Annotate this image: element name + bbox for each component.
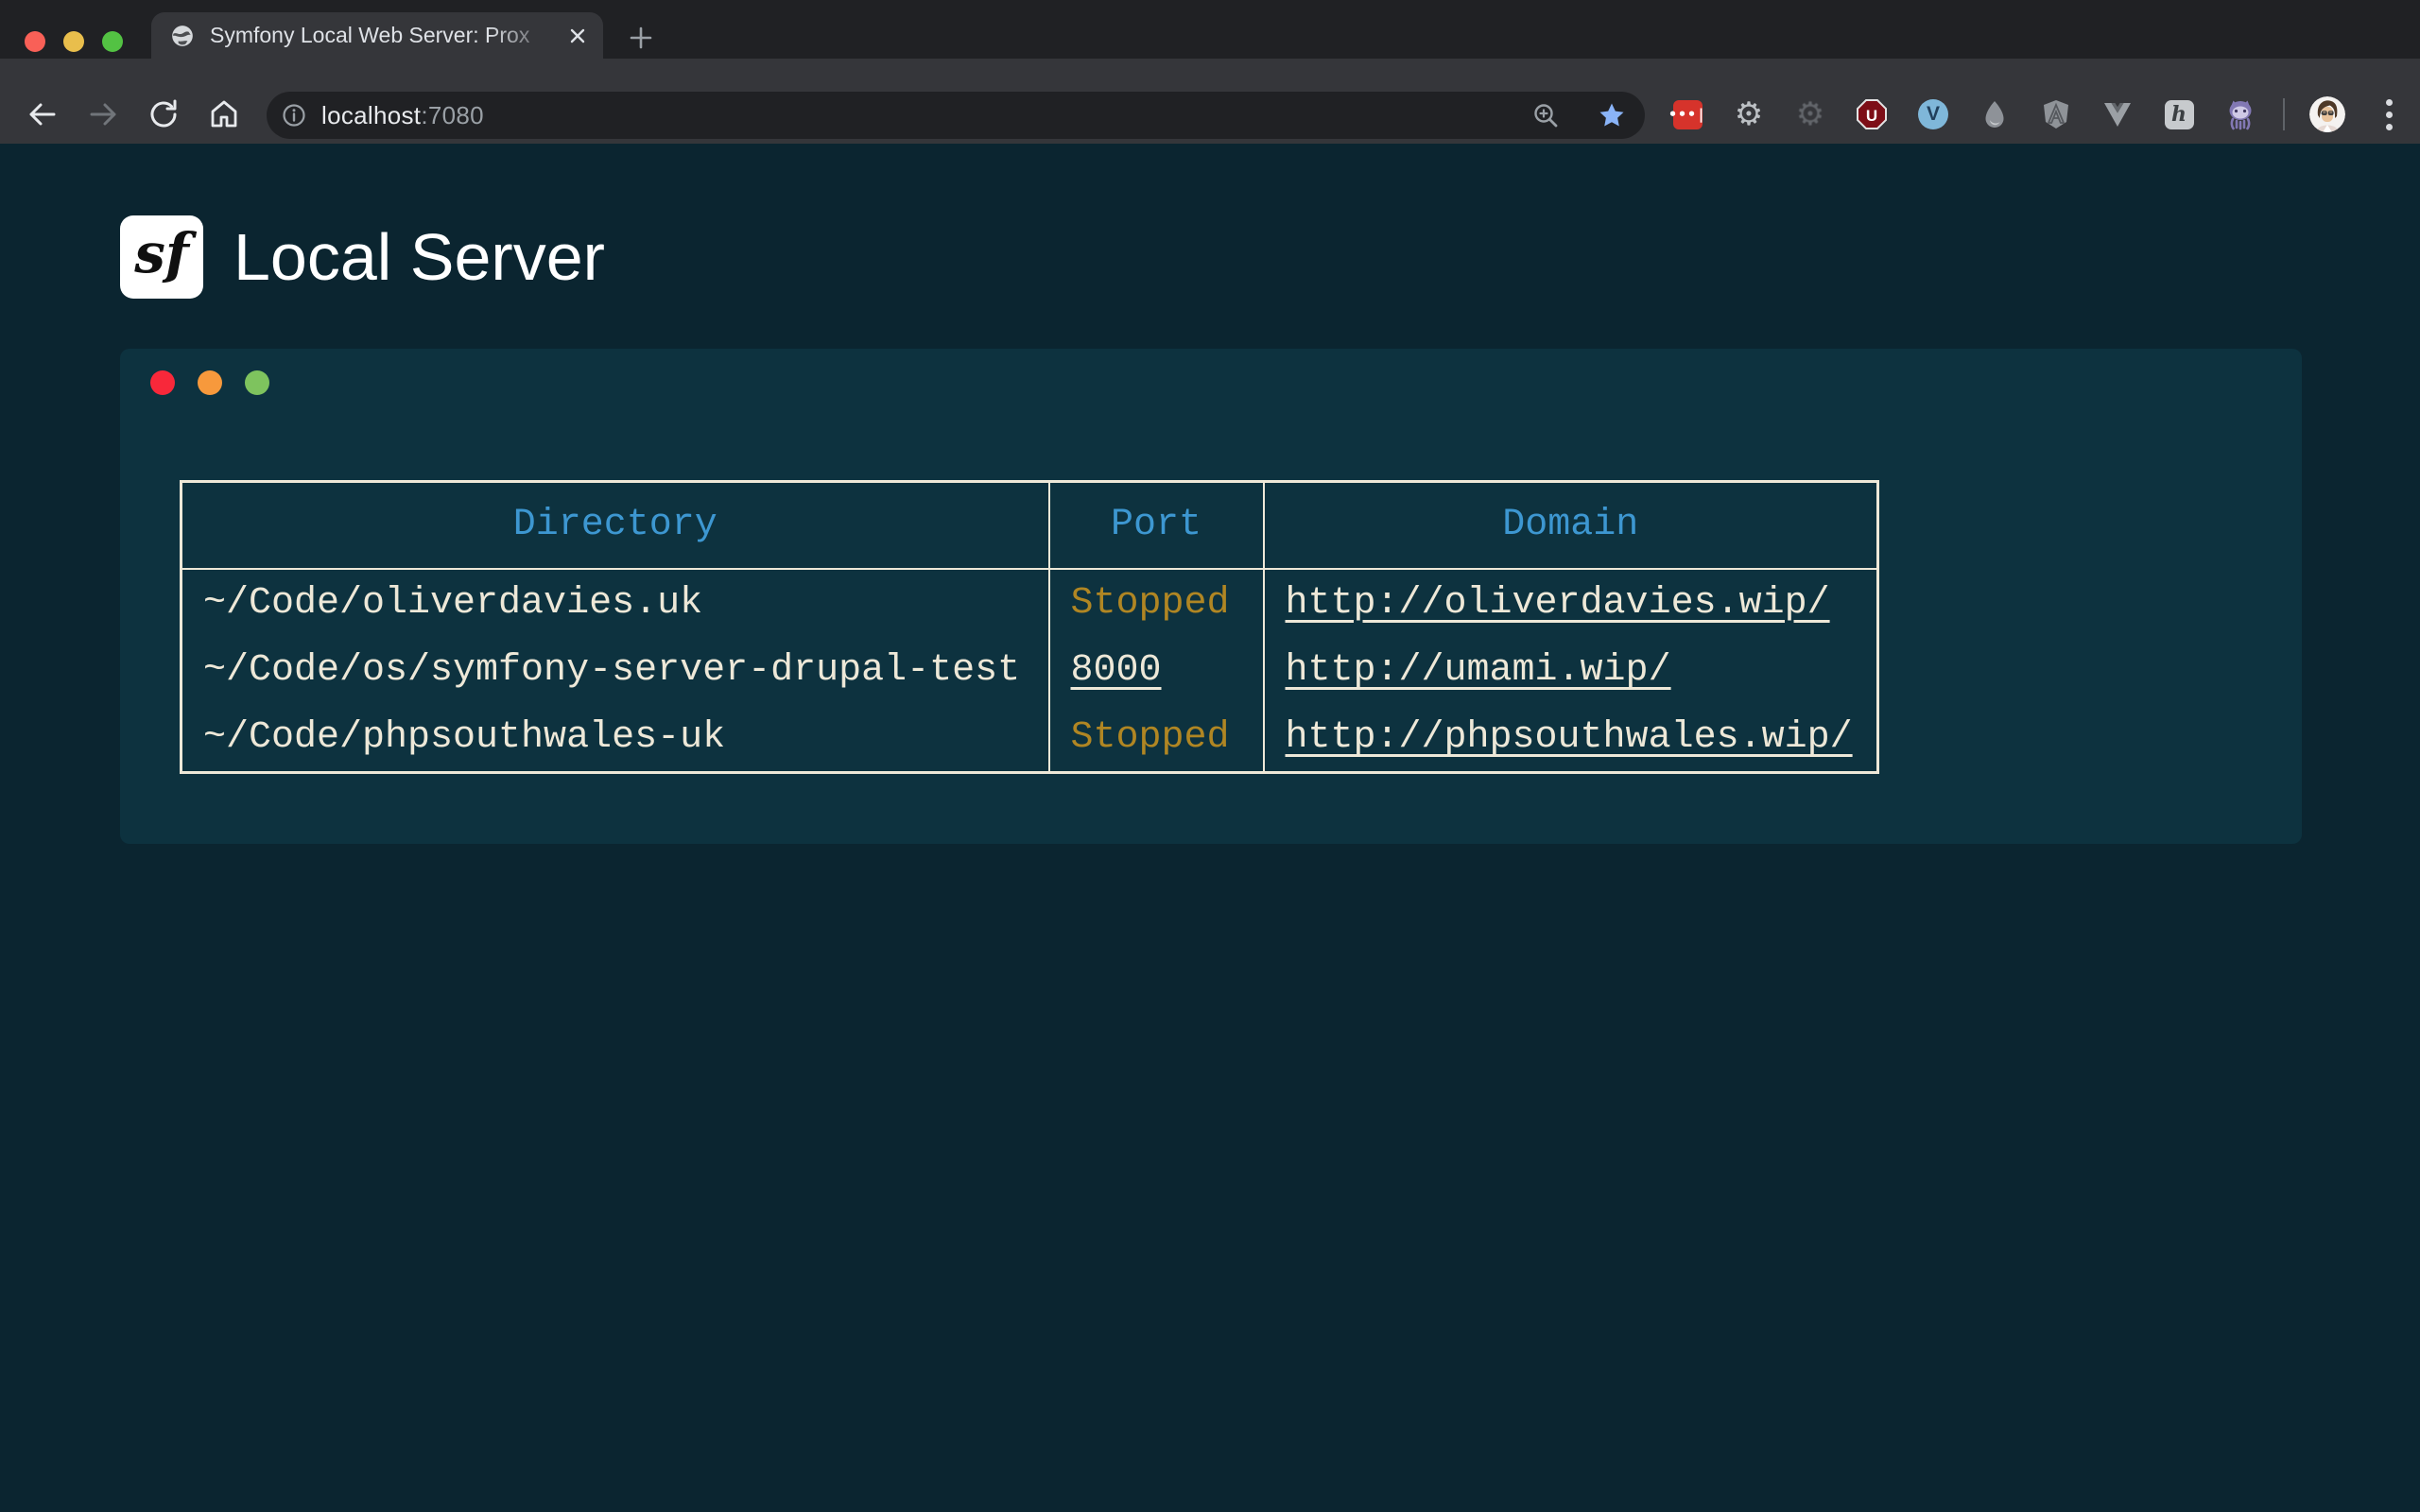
extension-drupal-icon[interactable] — [1976, 95, 2014, 133]
domain-link[interactable]: http://umami.wip/ — [1286, 649, 1671, 692]
reload-button[interactable] — [140, 91, 187, 138]
table-row: ~/Code/phpsouthwales-uk Stopped http://p… — [182, 705, 1878, 773]
profile-avatar[interactable] — [2308, 95, 2346, 133]
domain-link[interactable]: http://phpsouthwales.wip/ — [1286, 716, 1853, 759]
port-cell: 8000 — [1049, 637, 1264, 705]
tab-strip: Symfony Local Web Server: Prox — [0, 0, 2420, 59]
symfony-logo: sf — [120, 215, 203, 299]
window-close-button[interactable] — [25, 31, 45, 52]
terminal-dots — [150, 370, 269, 395]
directory-cell: ~/Code/phpsouthwales-uk — [182, 705, 1049, 773]
dot-orange-icon — [198, 370, 222, 395]
page-content: sf Local Server Directory Port Domain ~/… — [0, 144, 2420, 1512]
toolbar-separator — [2283, 98, 2285, 130]
extension-ublock-icon[interactable]: U — [1853, 95, 1891, 133]
url-host: localhost — [321, 101, 421, 129]
domain-link[interactable]: http://oliverdavies.wip/ — [1286, 582, 1830, 625]
extension-lastpass-icon[interactable]: •••| — [1668, 95, 1706, 133]
port-cell: Stopped — [1049, 705, 1264, 773]
domain-cell: http://oliverdavies.wip/ — [1264, 569, 1878, 637]
extension-vimium-icon[interactable]: V — [1914, 95, 1952, 133]
directory-cell: ~/Code/os/symfony-server-drupal-test — [182, 637, 1049, 705]
extension-github-octocat-icon[interactable] — [2221, 95, 2259, 133]
domain-cell: http://phpsouthwales.wip/ — [1264, 705, 1878, 773]
window-zoom-button[interactable] — [102, 31, 123, 52]
port-value: Stopped — [1071, 716, 1230, 759]
new-tab-button[interactable] — [622, 19, 660, 57]
back-button[interactable] — [19, 91, 66, 138]
domain-cell: http://umami.wip/ — [1264, 637, 1878, 705]
header-domain: Domain — [1264, 482, 1878, 569]
browser-menu-button[interactable] — [2370, 95, 2408, 133]
table-row: ~/Code/os/symfony-server-drupal-test 800… — [182, 637, 1878, 705]
url-text: localhost:7080 — [321, 101, 484, 130]
server-table-body: ~/Code/oliverdavies.uk Stopped http://ol… — [182, 569, 1878, 773]
window-controls — [25, 31, 123, 52]
extension-vue-icon[interactable] — [2099, 95, 2136, 133]
home-button[interactable] — [200, 91, 248, 138]
symfony-logo-glyph: sf — [134, 221, 189, 285]
directory-value: ~/Code/phpsouthwales-uk — [203, 716, 725, 759]
address-bar[interactable]: localhost:7080 — [267, 92, 1645, 139]
zoom-icon[interactable] — [1531, 101, 1560, 129]
dot-red-icon — [150, 370, 175, 395]
dot-green-icon — [245, 370, 269, 395]
svg-text:U: U — [1866, 107, 1877, 125]
extension-angular-icon[interactable] — [2037, 95, 2075, 133]
site-info-icon[interactable] — [282, 103, 306, 128]
directory-value: ~/Code/oliverdavies.uk — [203, 582, 702, 625]
globe-favicon-icon — [170, 24, 195, 48]
browser-tab[interactable]: Symfony Local Web Server: Prox — [151, 12, 603, 59]
server-table: Directory Port Domain ~/Code/oliverdavie… — [180, 480, 1879, 774]
port-value[interactable]: 8000 — [1071, 649, 1162, 692]
terminal-card: Directory Port Domain ~/Code/oliverdavie… — [120, 349, 2302, 844]
window-minimize-button[interactable] — [63, 31, 84, 52]
url-port: :7080 — [421, 101, 484, 129]
extension-gear-disabled-icon[interactable]: ⚙ — [1791, 95, 1829, 133]
extension-honeybadger-icon[interactable]: h — [2160, 95, 2198, 133]
tab-close-icon[interactable] — [567, 26, 588, 46]
directory-value: ~/Code/os/symfony-server-drupal-test — [203, 649, 1020, 692]
forward-button[interactable] — [79, 91, 127, 138]
table-row: ~/Code/oliverdavies.uk Stopped http://ol… — [182, 569, 1878, 637]
page-title: Local Server — [233, 219, 605, 295]
header-directory: Directory — [182, 482, 1049, 569]
table-header-row: Directory Port Domain — [182, 482, 1878, 569]
extension-gear-icon[interactable]: ⚙ — [1730, 95, 1768, 133]
bookmark-star-icon[interactable] — [1598, 101, 1626, 129]
port-value: Stopped — [1071, 582, 1230, 625]
tab-title: Symfony Local Web Server: Prox — [210, 23, 567, 48]
directory-cell: ~/Code/oliverdavies.uk — [182, 569, 1049, 637]
port-cell: Stopped — [1049, 569, 1264, 637]
header-port: Port — [1049, 482, 1264, 569]
